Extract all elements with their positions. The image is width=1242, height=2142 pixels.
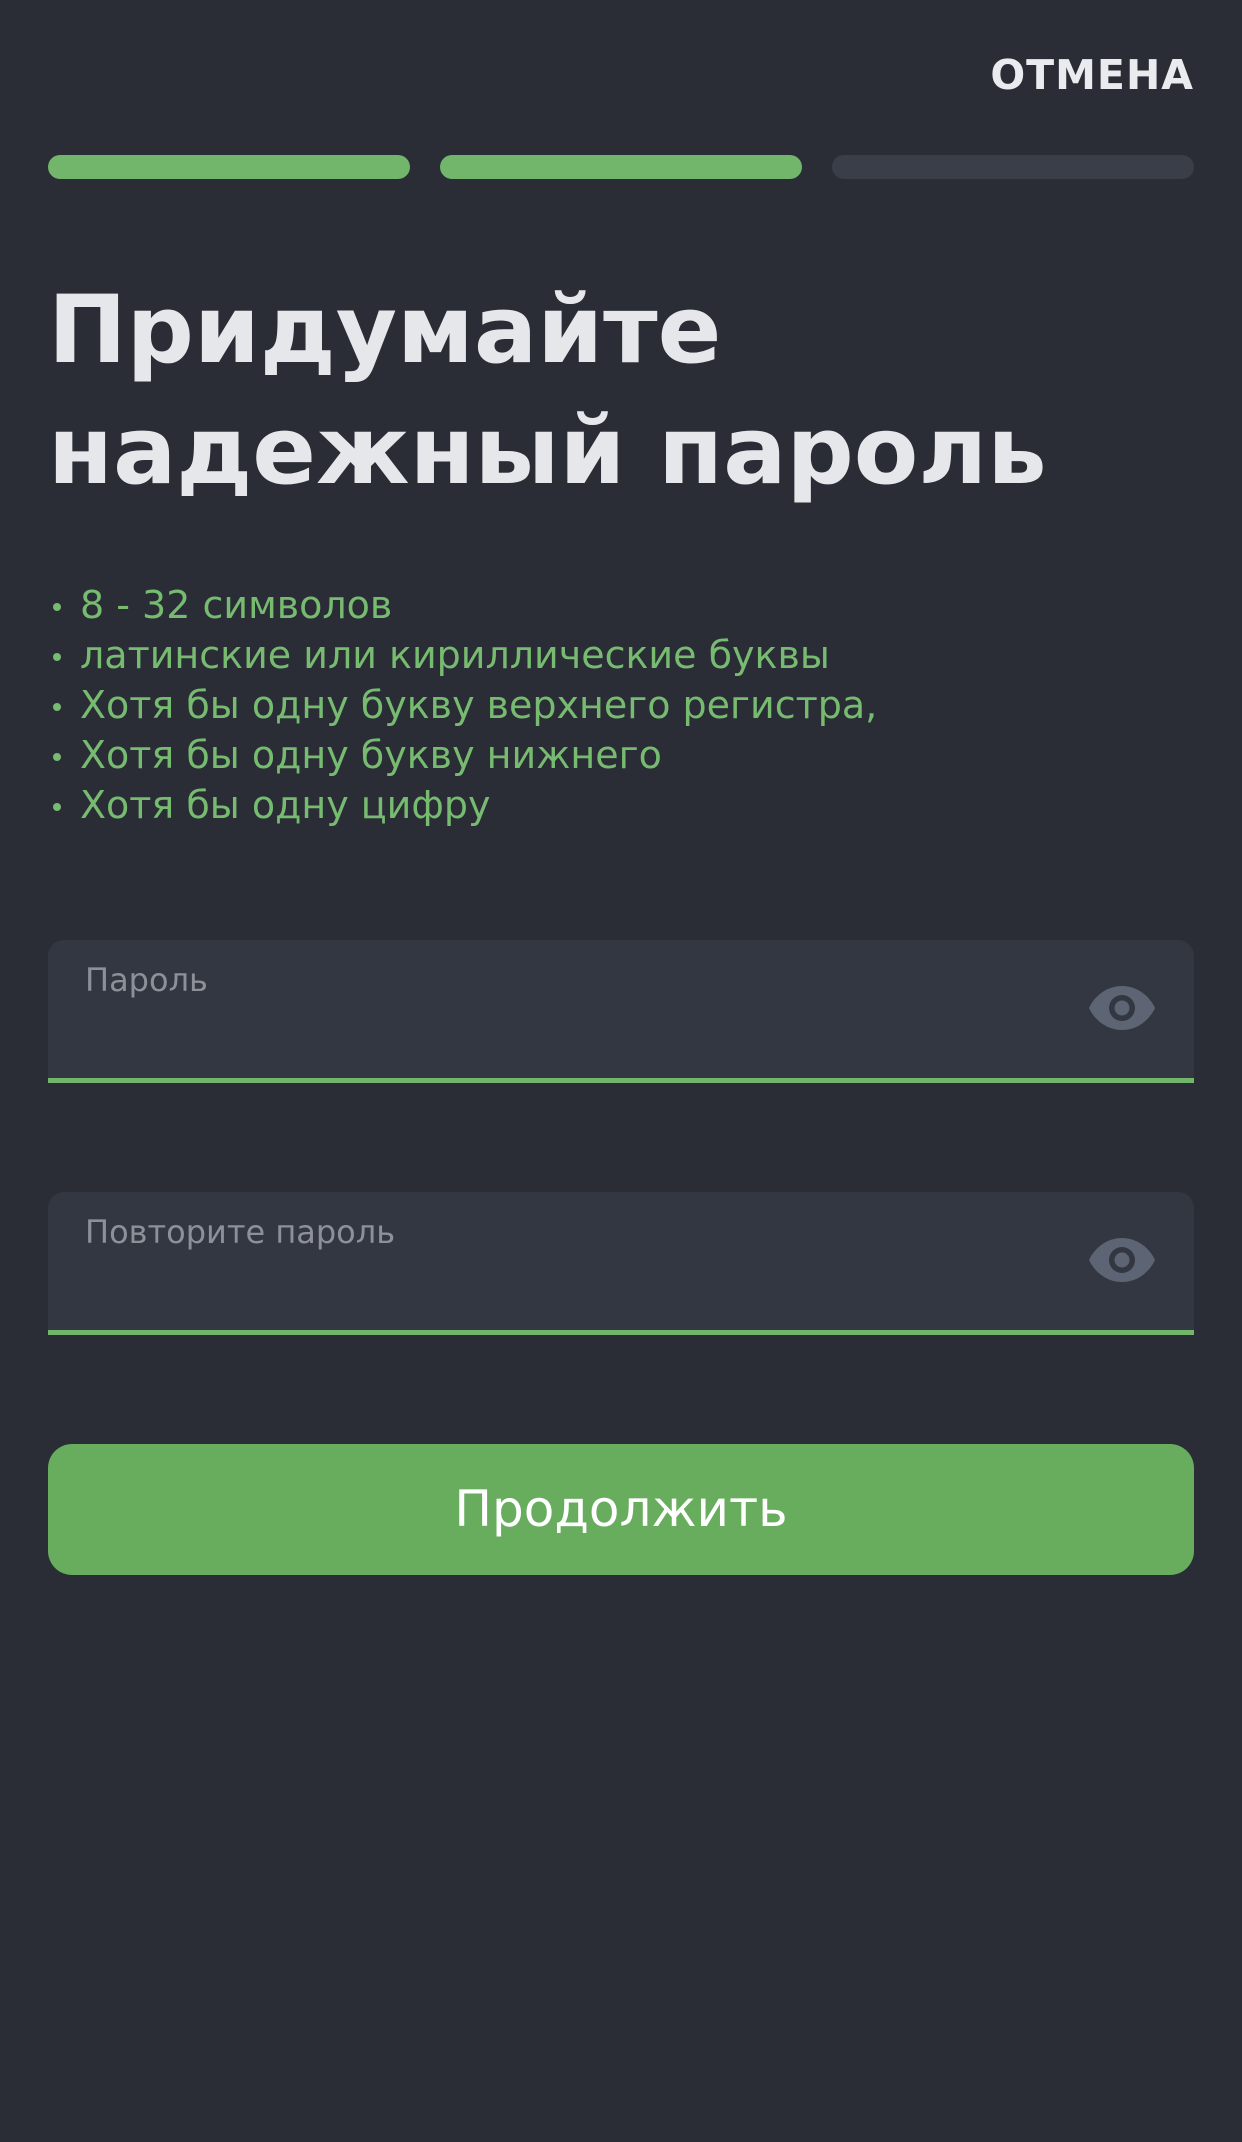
requirement-item: Хотя бы одну букву верхнего регистра, bbox=[48, 680, 1198, 730]
repeat-password-input[interactable] bbox=[85, 1258, 1045, 1308]
continue-button[interactable]: Продолжить bbox=[48, 1444, 1194, 1575]
eye-icon[interactable] bbox=[1088, 1236, 1156, 1284]
page-title: Придумайте надежный пароль bbox=[48, 270, 1198, 512]
requirement-item: 8 - 32 символов bbox=[48, 580, 1198, 630]
page-title-line-1: Придумайте bbox=[48, 276, 722, 385]
requirement-item: Хотя бы одну цифру bbox=[48, 780, 1198, 830]
password-input[interactable] bbox=[85, 1006, 1045, 1056]
step-progress bbox=[48, 155, 1194, 179]
requirement-item: Хотя бы одну букву нижнего bbox=[48, 730, 1198, 780]
password-setup-screen: ОТМЕНА Придумайте надежный пароль 8 - 32… bbox=[0, 0, 1242, 2142]
progress-step-3 bbox=[832, 155, 1194, 179]
password-field-label: Пароль bbox=[85, 961, 208, 999]
progress-step-2 bbox=[440, 155, 802, 179]
password-requirements-list: 8 - 32 символов латинские или кирилличес… bbox=[48, 580, 1198, 830]
repeat-password-field[interactable]: Повторите пароль bbox=[48, 1192, 1194, 1335]
page-title-line-2: надежный пароль bbox=[48, 397, 1047, 506]
password-field[interactable]: Пароль bbox=[48, 940, 1194, 1083]
progress-step-1 bbox=[48, 155, 410, 179]
eye-icon[interactable] bbox=[1088, 984, 1156, 1032]
cancel-button[interactable]: ОТМЕНА bbox=[990, 50, 1194, 100]
requirement-item: латинские или кириллические буквы bbox=[48, 630, 1198, 680]
repeat-password-field-label: Повторите пароль bbox=[85, 1213, 396, 1251]
